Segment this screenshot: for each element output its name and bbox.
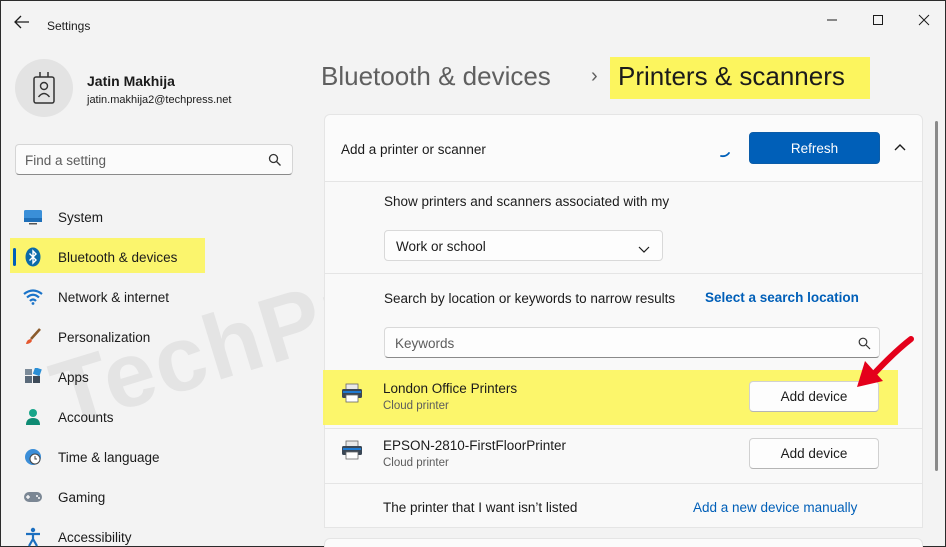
add-printer-label: Add a printer or scanner: [341, 142, 486, 157]
avatar[interactable]: [15, 59, 73, 117]
apps-icon: [23, 367, 43, 387]
add-printer-card: Add a printer or scanner Refresh: [324, 114, 923, 182]
search-placeholder: Find a setting: [25, 153, 107, 168]
loading-spinner-icon: [715, 141, 733, 159]
printer-icon: [341, 383, 363, 403]
search-icon[interactable]: [268, 153, 282, 167]
keywords-input[interactable]: Keywords: [384, 327, 880, 358]
printer-name: London Office Printers: [383, 381, 518, 396]
brush-icon: [23, 327, 43, 347]
profile-email: jatin.makhija2@techpress.net: [87, 94, 232, 106]
sidebar-item-label: Personalization: [58, 329, 151, 345]
person-icon: [23, 407, 43, 427]
sidebar-item-label: Accessibility: [58, 529, 132, 545]
bluetooth-icon: [23, 247, 43, 267]
sidebar-item-label: Apps: [58, 369, 89, 385]
search-location-label: Search by location or keywords to narrow…: [384, 291, 676, 306]
sidebar-item-accounts[interactable]: Accounts: [9, 397, 294, 437]
scrollbar[interactable]: [935, 121, 938, 471]
next-card: [324, 538, 923, 547]
chevron-up-icon[interactable]: [892, 140, 908, 156]
title-bar: Settings: [1, 1, 945, 41]
profile-name: Jatin Makhija: [87, 73, 175, 89]
active-indicator: [13, 248, 16, 266]
page-title: Printers & scanners: [618, 61, 845, 91]
sidebar-item-accessibility[interactable]: Accessibility: [9, 517, 294, 547]
wifi-icon: [23, 287, 43, 307]
sidebar-item-label: Time & language: [58, 449, 160, 465]
sidebar-item-label: System: [58, 209, 104, 225]
sidebar-item-network[interactable]: Network & internet: [9, 277, 294, 317]
sidebar-item-personalization[interactable]: Personalization: [9, 317, 294, 357]
add-manually-link[interactable]: Add a new device manually: [693, 500, 857, 515]
printer-type: Cloud printer: [383, 457, 449, 469]
minimize-button[interactable]: [809, 9, 855, 31]
sidebar-item-gaming[interactable]: Gaming: [9, 477, 294, 517]
sidebar-item-time-language[interactable]: Time & language: [9, 437, 294, 477]
printer-name: EPSON-2810-FirstFloorPrinter: [383, 438, 567, 453]
scope-value: Work or school: [396, 239, 486, 254]
red-arrow-icon: [853, 335, 917, 391]
monitor-icon: [23, 207, 43, 227]
app-title: Settings: [47, 19, 91, 33]
printer-not-listed-label: The printer that I want isn’t listed: [383, 500, 578, 515]
sidebar-item-apps[interactable]: Apps: [9, 357, 294, 397]
add-device-button[interactable]: Add device: [749, 438, 879, 469]
sidebar-item-label: Accounts: [58, 409, 114, 425]
sidebar-nav: System Bluetooth & devices Network & int…: [9, 197, 294, 547]
sidebar-item-bluetooth[interactable]: Bluetooth & devices: [9, 237, 294, 277]
badge-icon: [33, 72, 55, 104]
maximize-button[interactable]: [855, 9, 901, 31]
divider: [325, 273, 922, 274]
accessibility-icon: [23, 527, 43, 547]
back-arrow-icon[interactable]: [13, 15, 31, 29]
sidebar-item-label: Network & internet: [58, 289, 170, 305]
scope-dropdown[interactable]: Work or school: [384, 230, 663, 261]
breadcrumb-parent[interactable]: Bluetooth & devices: [321, 61, 551, 92]
select-location-link[interactable]: Select a search location: [705, 290, 859, 305]
printer-row: London Office Printers Cloud printer Add…: [324, 370, 923, 425]
printer-icon: [341, 440, 363, 460]
sidebar-item-label: Gaming: [58, 489, 106, 505]
refresh-button[interactable]: Refresh: [749, 132, 880, 164]
sidebar-item-label: Bluetooth & devices: [58, 249, 178, 265]
scope-label: Show printers and scanners associated wi…: [384, 194, 670, 209]
printer-type: Cloud printer: [383, 400, 449, 412]
keywords-placeholder: Keywords: [395, 336, 455, 351]
breadcrumb-separator: ›: [591, 65, 598, 87]
printer-row: EPSON-2810-FirstFloorPrinter Cloud print…: [324, 427, 923, 482]
globe-clock-icon: [23, 447, 43, 467]
divider: [325, 483, 922, 484]
close-button[interactable]: [901, 9, 946, 31]
gamepad-icon: [23, 487, 43, 507]
search-input[interactable]: Find a setting: [15, 144, 293, 175]
chevron-down-icon: [638, 241, 650, 253]
sidebar-item-system[interactable]: System: [9, 197, 294, 237]
